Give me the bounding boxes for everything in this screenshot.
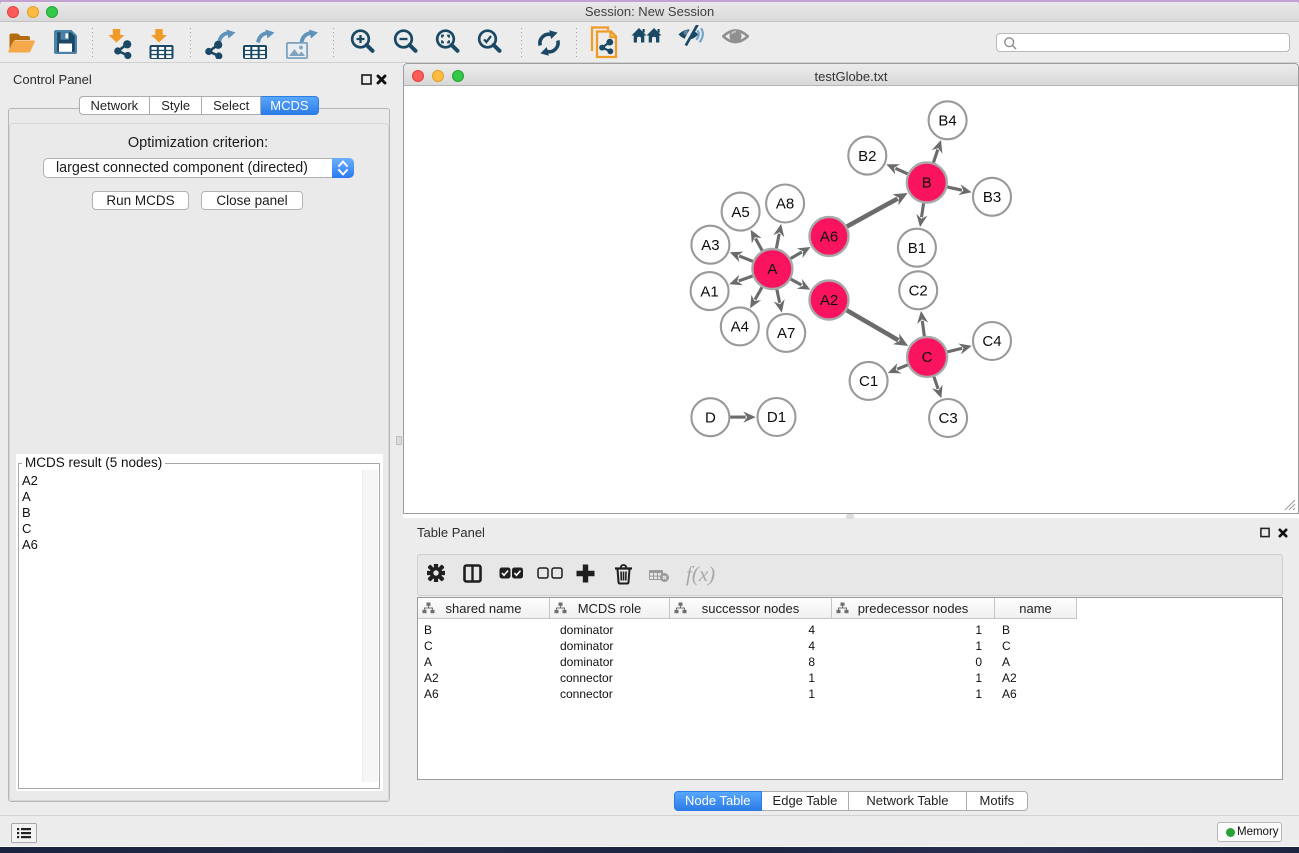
svg-text:A5: A5 xyxy=(731,204,749,221)
svg-text:C4: C4 xyxy=(982,333,1001,350)
svg-text:A3: A3 xyxy=(701,237,719,254)
svg-text:D: D xyxy=(705,409,716,426)
svg-text:B3: B3 xyxy=(983,189,1001,206)
svg-text:A8: A8 xyxy=(776,196,794,213)
svg-text:A: A xyxy=(767,261,777,278)
svg-text:B4: B4 xyxy=(938,113,956,130)
svg-text:B2: B2 xyxy=(858,148,876,165)
svg-text:B: B xyxy=(922,175,932,192)
svg-text:C: C xyxy=(922,349,933,366)
svg-text:A7: A7 xyxy=(777,325,795,342)
svg-text:D1: D1 xyxy=(767,409,786,426)
svg-text:A1: A1 xyxy=(700,283,718,300)
svg-text:A2: A2 xyxy=(820,292,838,309)
svg-text:C1: C1 xyxy=(859,373,878,390)
svg-text:A4: A4 xyxy=(731,319,749,336)
svg-text:A6: A6 xyxy=(820,229,838,246)
svg-text:C3: C3 xyxy=(939,410,958,427)
svg-text:B1: B1 xyxy=(908,240,926,257)
svg-text:C2: C2 xyxy=(909,283,928,300)
